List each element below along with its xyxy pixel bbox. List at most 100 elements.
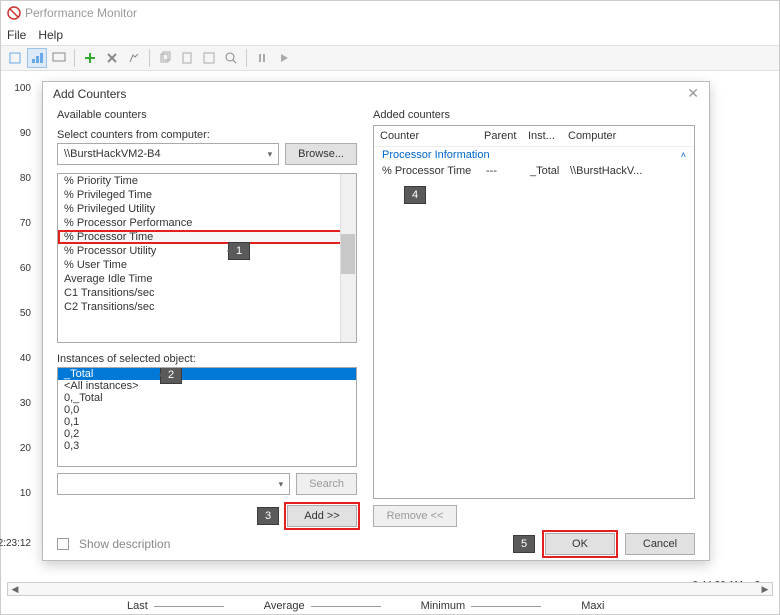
instances-listbox[interactable]: _Total <All instances> 0,_Total 0,0 0,1 … [57,367,357,467]
app-icon [7,6,21,20]
pause-icon[interactable] [252,48,272,68]
y-tick: 100 [5,83,31,94]
callout-2: 2 [160,367,182,384]
counter-item[interactable]: % Privileged Time [58,188,356,202]
y-tick: 80 [5,173,31,184]
remove-button[interactable]: Remove << [373,505,457,527]
counter-item[interactable]: % Processor Utility [58,244,356,258]
copy-icon[interactable] [155,48,175,68]
instance-item[interactable]: 0,1 [58,416,356,428]
instances-label: Instances of selected object: [57,353,357,365]
instance-search-combo[interactable]: ▾ [57,473,290,495]
available-counters-label: Available counters [57,109,357,121]
instance-item-total[interactable]: _Total [58,368,356,380]
cell-inst: _Total [530,165,566,177]
counter-item[interactable]: % Priority Time [58,174,356,188]
chevron-up-icon: ˄ [681,150,686,160]
callout-3: 3 [257,507,279,525]
computer-combo[interactable]: \\BurstHackVM2-B4 ▾ [57,143,279,165]
col-parent[interactable]: Parent [484,130,524,142]
dialog-titlebar: Add Counters ✕ [43,82,709,105]
ok-button[interactable]: OK [545,533,615,555]
browse-button[interactable]: Browse... [285,143,357,165]
instance-item[interactable]: 0,2 [58,428,356,440]
status-maximum-label: Maxi [581,600,604,612]
counter-item[interactable]: C1 Transitions/sec [58,286,356,300]
added-counters-label: Added counters [373,109,695,121]
titlebar: Performance Monitor [1,1,779,25]
instance-item[interactable]: <All instances> [58,380,356,392]
col-computer[interactable]: Computer [568,130,688,142]
chart-icon[interactable] [27,48,47,68]
group-name: Processor Information [382,149,490,161]
counter-item-processor-time[interactable]: % Processor Time [58,230,356,244]
window-title: Performance Monitor [25,6,137,20]
status-bar: Last Average Minimum Maxi [7,598,773,614]
properties-icon[interactable] [199,48,219,68]
select-from-label: Select counters from computer: [57,129,357,141]
available-counters-panel: Available counters Select counters from … [57,109,357,527]
counter-item[interactable]: C2 Transitions/sec [58,300,356,314]
counters-scrollbar[interactable] [340,174,356,342]
status-average-label: Average [264,600,305,612]
cancel-button[interactable]: Cancel [625,533,695,555]
zoom-icon[interactable] [221,48,241,68]
y-tick: 60 [5,263,31,274]
dialog-title: Add Counters [53,87,126,101]
add-counters-dialog: Add Counters ✕ Available counters Select… [42,81,710,561]
counter-item[interactable]: % Privileged Utility [58,202,356,216]
y-tick: 20 [5,443,31,454]
dialog-footer: Show description 5 OK Cancel [43,527,709,560]
scroll-left-icon[interactable]: ◀ [8,583,22,595]
counter-item[interactable]: Average Idle Time [58,272,356,286]
y-tick: 30 [5,398,31,409]
scroll-right-icon[interactable]: ▶ [758,583,772,595]
col-inst[interactable]: Inst... [528,130,564,142]
menu-file[interactable]: File [7,28,26,42]
horizontal-scrollbar[interactable]: ◀ ▶ [7,582,773,596]
y-axis: 100 90 80 70 60 50 40 30 20 10 2:23:12 [5,83,33,553]
add-icon[interactable] [80,48,100,68]
counter-group-row[interactable]: Processor Information ˄ [374,147,694,163]
y-tick: 50 [5,308,31,319]
status-last-label: Last [127,600,148,612]
col-counter[interactable]: Counter [380,130,480,142]
add-button[interactable]: Add >> [287,505,357,527]
added-counters-grid[interactable]: Counter Parent Inst... Computer Processo… [373,125,695,499]
performance-monitor-window: Performance Monitor File Help 100 90 80 … [0,0,780,615]
grid-header: Counter Parent Inst... Computer [374,126,694,147]
counters-listbox[interactable]: % Priority Time % Privileged Time % Priv… [57,173,357,343]
close-icon[interactable]: ✕ [687,85,699,102]
y-tick: 40 [5,353,31,364]
chevron-down-icon: ▾ [268,149,273,160]
show-description-checkbox[interactable] [57,538,69,550]
instance-item[interactable]: 0,3 [58,440,356,452]
cell-computer: \\BurstHackV... [570,165,686,177]
paste-icon[interactable] [177,48,197,68]
added-counters-panel: Added counters Counter Parent Inst... Co… [373,109,695,527]
view-icon[interactable] [5,48,25,68]
callout-4: 4 [404,186,426,204]
counter-item[interactable]: % Processor Performance [58,216,356,230]
y-tick: 10 [5,488,31,499]
cell-parent: --- [486,165,526,177]
status-minimum-label: Minimum [421,600,466,612]
menu-help[interactable]: Help [38,28,63,42]
delete-icon[interactable] [102,48,122,68]
search-button[interactable]: Search [296,473,357,495]
callout-5: 5 [513,535,535,553]
instance-item[interactable]: 0,0 [58,404,356,416]
play-icon[interactable] [274,48,294,68]
y-tick: 70 [5,218,31,229]
y-tick: 90 [5,128,31,139]
show-description-label: Show description [79,537,170,551]
menubar: File Help [1,25,779,45]
monitor-icon[interactable] [49,48,69,68]
counter-item[interactable]: % User Time [58,258,356,272]
instance-item[interactable]: 0,_Total [58,392,356,404]
added-counter-row[interactable]: % Processor Time --- _Total \\BurstHackV… [374,163,694,179]
chevron-down-icon: ▾ [279,479,284,490]
callout-1: 1 [228,242,250,260]
highlight-icon[interactable] [124,48,144,68]
toolbar [1,45,779,71]
